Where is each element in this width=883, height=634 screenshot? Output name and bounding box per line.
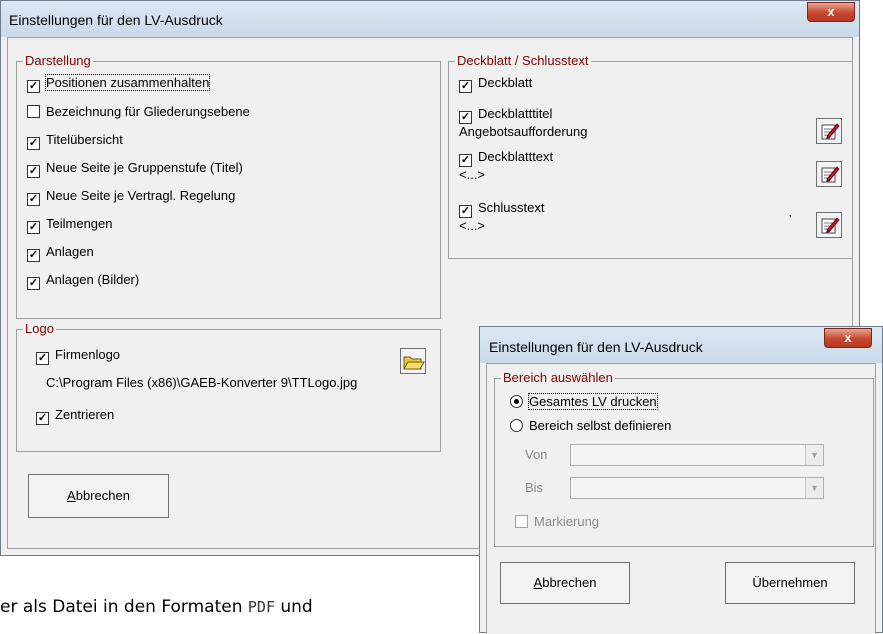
main-dialog-title: Einstellungen für den LV-Ausdruck: [9, 12, 223, 28]
darstellung-group-label: Darstellung: [23, 53, 93, 68]
darstellung-option-checkbox[interactable]: ✓: [27, 249, 40, 262]
main-close-button[interactable]: x: [807, 2, 855, 22]
deckblatt-option[interactable]: ✓ Deckblatttext: [459, 149, 553, 167]
background-text: er als Datei in den Formaten PDF und: [0, 597, 313, 617]
deckblatt-option-value: Angebotsaufforderung: [459, 124, 588, 139]
darstellung-option-label: Anlagen: [46, 244, 94, 259]
markierung-checkbox-box[interactable]: [515, 515, 528, 528]
markierung-label: Markierung: [534, 514, 600, 529]
bis-select[interactable]: ▼: [570, 477, 824, 499]
deckblatt-option[interactable]: ✓ Deckblatttitel: [459, 106, 552, 124]
darstellung-option-checkbox[interactable]: ✓: [27, 221, 40, 234]
logo-group: Logo ✓ Firmenlogo C:\Program Files (x86)\…: [16, 321, 441, 452]
deckblatt-option[interactable]: ✓ Schlusstext: [459, 200, 544, 218]
firmenlogo-checkbox[interactable]: ✓ Firmenlogo: [36, 347, 120, 365]
darstellung-option[interactable]: ✓ Anlagen (Bilder): [27, 272, 139, 290]
logo-browse-button[interactable]: [400, 348, 426, 374]
logo-path: C:\Program Files (x86)\GAEB-Konverter 9\…: [46, 375, 358, 390]
sub-cancel-button[interactable]: Abbrechen: [500, 562, 630, 604]
edit-note-icon: [821, 123, 840, 140]
zentrieren-checkbox-box[interactable]: ✓: [36, 412, 49, 425]
deckblatt-option-checkbox[interactable]: ✓: [459, 205, 472, 218]
darstellung-option[interactable]: ✓ Neue Seite je Vertragl. Regelung: [27, 188, 235, 206]
deckblatt-option-value: <...>: [459, 167, 486, 182]
option-gesamtes-lv[interactable]: Gesamtes LV drucken: [510, 393, 658, 412]
bis-label: Bis: [525, 480, 544, 495]
deckblatt-option-label: Deckblatttitel: [478, 106, 553, 121]
deckblatt-edit-button[interactable]: [816, 118, 842, 144]
von-select[interactable]: ▼: [570, 444, 824, 466]
sub-titlebar: Einstellungen für den LV-Ausdruck x: [480, 327, 882, 363]
darstellung-option-checkbox[interactable]: ✓: [27, 80, 40, 93]
background-text-code: PDF: [247, 598, 275, 616]
option-bereich-selbst-radio[interactable]: [510, 419, 523, 432]
deckblatt-option-label: Deckblatttext: [478, 149, 554, 164]
darstellung-option[interactable]: ✓ Neue Seite je Gruppenstufe (Titel): [27, 160, 243, 178]
sub-dialog: Einstellungen für den LV-Ausdruck x Bere…: [479, 326, 883, 634]
darstellung-option-label: Positionen zusammenhalten: [44, 74, 211, 91]
option-gesamtes-lv-radio[interactable]: [510, 395, 523, 408]
deckblatt-option-checkbox[interactable]: ✓: [459, 154, 472, 167]
zentrieren-checkbox[interactable]: ✓ Zentrieren: [36, 407, 114, 425]
darstellung-option-label: Neue Seite je Gruppenstufe (Titel): [46, 160, 243, 175]
darstellung-option[interactable]: ✓ Positionen zusammenhalten: [27, 74, 211, 93]
sub-client-area: Bereich auswählen Gesamtes LV drucken Be…: [486, 363, 876, 634]
main-titlebar: Einstellungen für den LV-Ausdruck x: [1, 1, 859, 37]
deckblatt-edit-button[interactable]: [816, 212, 842, 238]
background-text-part1: er als Datei in den Formaten: [0, 597, 248, 617]
deckblatt-option-checkbox[interactable]: ✓: [459, 80, 472, 93]
main-cancel-mnemonic: A: [67, 488, 76, 503]
deckblatt-group: Deckblatt / Schlusstext ✓ Deckblatt ✓ Deckb…: [448, 53, 853, 259]
bereich-group-label: Bereich auswählen: [501, 370, 615, 385]
open-folder-icon: [403, 356, 425, 370]
deckblatt-group-label: Deckblatt / Schlusstext: [455, 53, 591, 68]
markierung-checkbox[interactable]: Markierung: [515, 514, 599, 532]
von-dropdown-icon: ▼: [805, 445, 823, 465]
deckblatt-option-label: Schlusstext: [478, 200, 545, 215]
darstellung-option-label: Titelübersicht: [46, 132, 123, 147]
darstellung-option-label: Neue Seite je Vertragl. Regelung: [46, 188, 236, 203]
darstellung-option-checkbox[interactable]: [27, 105, 40, 118]
option-bereich-selbst-label: Bereich selbst definieren: [529, 418, 672, 433]
deckblatt-option-checkbox[interactable]: ✓: [459, 111, 472, 124]
deckblatt-edit-button[interactable]: [816, 161, 842, 187]
edit-note-icon: [821, 166, 840, 183]
darstellung-option[interactable]: ✓ Teilmengen: [27, 216, 113, 234]
darstellung-option[interactable]: Bezeichnung für Gliederungsebene: [27, 104, 250, 122]
darstellung-option-checkbox[interactable]: ✓: [27, 193, 40, 206]
firmenlogo-checkbox-box[interactable]: ✓: [36, 352, 49, 365]
option-bereich-selbst[interactable]: Bereich selbst definieren: [510, 418, 671, 436]
logo-group-label: Logo: [23, 321, 56, 336]
apply-button[interactable]: Übernehmen: [725, 562, 855, 604]
background-text-part2: und: [274, 597, 313, 617]
firmenlogo-label: Firmenlogo: [55, 347, 121, 362]
deckblatt-option[interactable]: ✓ Deckblatt: [459, 75, 532, 93]
apply-button-label: Übernehmen: [752, 575, 828, 590]
von-label: Von: [525, 447, 548, 462]
sub-dialog-title: Einstellungen für den LV-Ausdruck: [489, 339, 703, 355]
deckblatt-option-label: Deckblatt: [478, 75, 533, 90]
main-cancel-button[interactable]: Abbrechen: [28, 474, 169, 518]
darstellung-option-label: Teilmengen: [46, 216, 113, 231]
darstellung-group: Darstellung ✓ Positionen zusammenhalten Be…: [16, 53, 441, 319]
darstellung-option[interactable]: ✓ Anlagen: [27, 244, 94, 262]
sub-close-button[interactable]: x: [824, 328, 872, 348]
zentrieren-label: Zentrieren: [55, 407, 115, 422]
option-gesamtes-lv-label: Gesamtes LV drucken: [528, 393, 658, 410]
main-cancel-label: bbrechen: [75, 488, 130, 503]
darstellung-option-checkbox[interactable]: ✓: [27, 277, 40, 290]
darstellung-option-label: Bezeichnung für Gliederungsebene: [46, 104, 250, 119]
sub-cancel-mnemonic: A: [533, 575, 543, 590]
darstellung-option-checkbox[interactable]: ✓: [27, 137, 40, 150]
darstellung-option[interactable]: ✓ Titelübersicht: [27, 132, 123, 150]
edit-note-icon: [821, 217, 840, 234]
sub-cancel-label: bbrechen: [542, 575, 597, 590]
tick-mark: ʼ: [789, 214, 792, 226]
darstellung-option-label: Anlagen (Bilder): [46, 272, 140, 287]
darstellung-option-checkbox[interactable]: ✓: [27, 165, 40, 178]
bereich-group: Bereich auswählen Gesamtes LV drucken Be…: [494, 370, 874, 547]
deckblatt-option-value: <...>: [459, 218, 486, 233]
bis-dropdown-icon: ▼: [805, 478, 823, 498]
